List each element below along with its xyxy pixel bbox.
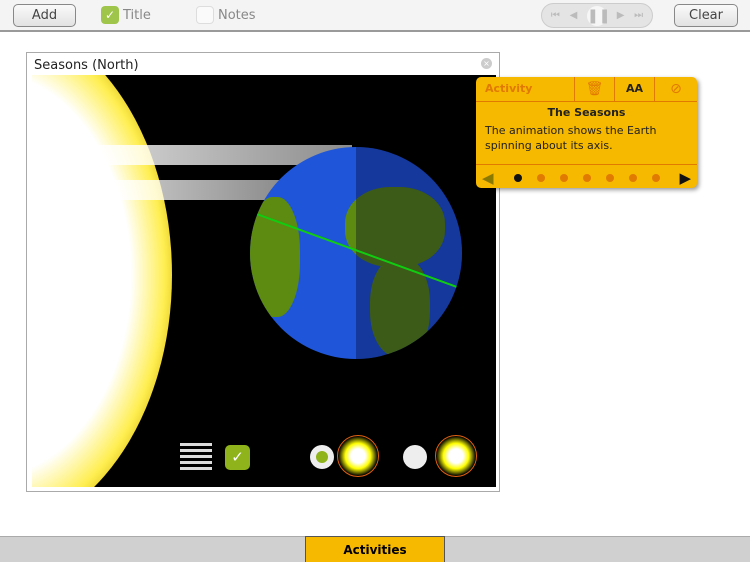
sun bbox=[32, 75, 172, 487]
next-arrow-icon[interactable]: ▶ bbox=[679, 169, 691, 187]
page-dot[interactable] bbox=[513, 173, 522, 182]
title-checkbox[interactable]: ✓ bbox=[101, 6, 119, 24]
page-dot[interactable] bbox=[628, 173, 637, 182]
card-body: The animation shows the Earth spinning a… bbox=[485, 124, 657, 152]
trash-icon[interactable]: 🗑 bbox=[574, 77, 614, 101]
skip-end-icon[interactable]: ⏭ bbox=[634, 10, 643, 21]
activity-card: Activity 🗑 AA ⊘ The Seasons The animatio… bbox=[476, 77, 697, 188]
page-dot[interactable] bbox=[582, 173, 591, 182]
font-size-icon[interactable]: AA bbox=[614, 77, 654, 101]
card-title: The Seasons bbox=[547, 106, 626, 119]
pause-icon[interactable]: ❚❚ bbox=[587, 5, 610, 26]
clear-button[interactable]: Clear bbox=[674, 4, 738, 27]
media-controls: ⏮ ◀ ❚❚ ▶ ⏭ bbox=[541, 3, 653, 28]
check-toggle[interactable]: ✓ bbox=[225, 445, 250, 470]
pop-out-icon[interactable]: ⊘ bbox=[654, 77, 697, 101]
prev-arrow-icon[interactable]: ◀ bbox=[482, 169, 494, 187]
page-dot[interactable] bbox=[651, 173, 660, 182]
step-forward-icon[interactable]: ▶ bbox=[617, 10, 625, 21]
seasons-panel[interactable]: Seasons (North) × ✓ bbox=[26, 52, 500, 492]
sunlight-beam bbox=[52, 180, 282, 200]
notes-label: Notes bbox=[218, 8, 256, 23]
view-option-1[interactable] bbox=[310, 445, 334, 469]
view-option-2[interactable] bbox=[403, 445, 427, 469]
seasons-animation[interactable]: ✓ bbox=[32, 75, 496, 487]
toolbar: Add ✓ Title Notes ⏮ ◀ ❚❚ ▶ ⏭ Clear bbox=[0, 0, 750, 32]
page-dot[interactable] bbox=[605, 173, 614, 182]
add-button[interactable]: Add bbox=[13, 4, 76, 27]
page-dot[interactable] bbox=[536, 173, 545, 182]
title-label: Title bbox=[123, 8, 151, 23]
close-icon[interactable]: × bbox=[481, 58, 492, 69]
activity-tab[interactable]: Activity bbox=[476, 77, 574, 101]
beam-lines-icon[interactable] bbox=[180, 443, 212, 471]
step-back-icon[interactable]: ◀ bbox=[570, 10, 578, 21]
panel-title: Seasons (North) bbox=[34, 58, 139, 73]
card-pager: ◀ ▶ bbox=[476, 164, 697, 190]
orbit-view-2[interactable] bbox=[435, 435, 477, 477]
activities-tab[interactable]: Activities bbox=[305, 536, 445, 562]
page-dot[interactable] bbox=[559, 173, 568, 182]
earth bbox=[250, 147, 462, 359]
orbit-view-1[interactable] bbox=[337, 435, 379, 477]
skip-start-icon[interactable]: ⏮ bbox=[551, 10, 560, 21]
notes-checkbox[interactable] bbox=[196, 6, 214, 24]
